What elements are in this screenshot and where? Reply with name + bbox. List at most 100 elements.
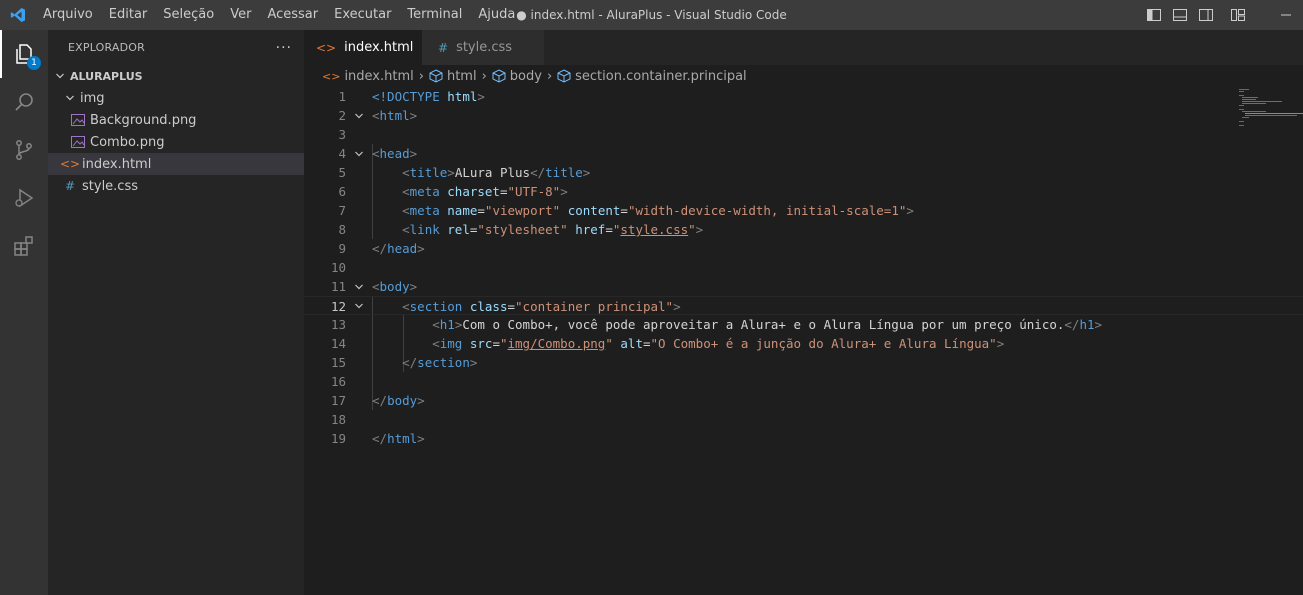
menu-editar[interactable]: Editar xyxy=(101,0,156,30)
search-icon[interactable] xyxy=(0,78,48,126)
code-token: " xyxy=(499,336,508,351)
breadcrumb-body[interactable]: body xyxy=(510,69,542,84)
code-token: meta xyxy=(409,184,440,199)
toggle-secondary-sidebar-icon[interactable] xyxy=(1195,4,1217,26)
code-token: img xyxy=(439,336,463,351)
code-token: "container principal" xyxy=(515,299,674,314)
code-editor[interactable]: 1 <!DOCTYPE html> 2 <html> 3 4 <head> 5 <ti… xyxy=(304,87,1303,448)
code-token: > xyxy=(447,165,455,180)
menu-bar: Arquivo Editar Seleção Ver Acessar Execu… xyxy=(35,0,523,30)
code-line: 10 xyxy=(304,258,1303,277)
css-file-icon: # xyxy=(438,40,449,55)
line-number: 17 xyxy=(330,393,346,408)
chevron-down-icon xyxy=(52,71,68,81)
line-number: 14 xyxy=(330,336,346,351)
fold-chevron-icon[interactable] xyxy=(346,106,372,125)
symbol-element-icon xyxy=(492,69,506,83)
code-token: " xyxy=(605,336,613,351)
code-token: > xyxy=(695,222,704,237)
menu-executar[interactable]: Executar xyxy=(326,0,399,30)
tab-style-css[interactable]: # style.css xyxy=(422,30,544,65)
chevron-right-icon: › xyxy=(546,68,553,84)
code-token: ALura Plus xyxy=(454,165,531,180)
code-token: </ xyxy=(530,165,546,180)
toggle-sidebar-icon[interactable] xyxy=(1143,4,1165,26)
code-line: 17 </body> xyxy=(304,391,1303,410)
line-number: 13 xyxy=(330,317,346,332)
html-file-icon: <> xyxy=(322,69,341,83)
code-token: > xyxy=(477,89,485,104)
line-number: 16 xyxy=(330,374,346,389)
symbol-element-icon xyxy=(557,69,571,83)
code-token: > xyxy=(560,184,568,199)
line-number: 7 xyxy=(338,203,346,218)
code-link-token[interactable]: img/Combo.png xyxy=(508,336,606,351)
tab-label: index.html xyxy=(344,40,414,55)
tree-item-combo-png[interactable]: Combo.png xyxy=(48,131,304,153)
more-actions-icon[interactable]: ··· xyxy=(276,40,292,56)
source-control-icon[interactable] xyxy=(0,126,48,174)
code-token: = xyxy=(620,203,628,218)
breadcrumb-file[interactable]: index.html xyxy=(344,69,413,84)
explorer-sidebar: EXPLORADOR ··· ALURAPLUS img Background.… xyxy=(48,30,304,595)
code-token: name xyxy=(439,203,478,218)
breadcrumb-section[interactable]: section.container.principal xyxy=(575,69,747,84)
code-token: < xyxy=(402,222,410,237)
line-number: 18 xyxy=(330,412,346,427)
code-token: > xyxy=(409,108,418,123)
minimap[interactable] xyxy=(1233,87,1303,137)
menu-selecao[interactable]: Seleção xyxy=(155,0,222,30)
explorer-icon[interactable]: 1 xyxy=(0,30,48,78)
customize-layout-icon[interactable] xyxy=(1227,4,1249,26)
code-line: 2 <html> xyxy=(304,106,1303,125)
menu-ver[interactable]: Ver xyxy=(222,0,259,30)
code-link-token[interactable]: style.css xyxy=(620,222,688,237)
menu-terminal[interactable]: Terminal xyxy=(399,0,470,30)
css-file-icon: # xyxy=(64,179,76,193)
code-token: > xyxy=(409,279,418,294)
code-line: 16 xyxy=(304,372,1303,391)
line-number: 3 xyxy=(338,127,346,142)
code-token: < xyxy=(432,336,440,351)
explorer-badge: 1 xyxy=(27,56,41,70)
code-token: > xyxy=(996,336,1005,351)
line-number: 2 xyxy=(338,108,346,123)
workspace-root-folder[interactable]: ALURAPLUS xyxy=(48,65,304,87)
code-token: > xyxy=(417,431,425,446)
tab-index-html[interactable]: <> index.html xyxy=(304,30,422,65)
code-token: </ xyxy=(402,355,418,370)
code-token: body xyxy=(379,279,410,294)
extensions-icon[interactable] xyxy=(0,222,48,270)
fold-chevron-icon[interactable] xyxy=(346,297,372,314)
workspace-root-label: ALURAPLUS xyxy=(70,69,143,83)
code-token: </ xyxy=(1064,317,1080,332)
fold-chevron-icon[interactable] xyxy=(346,277,372,296)
run-debug-icon[interactable] xyxy=(0,174,48,222)
tree-item-label: style.css xyxy=(82,178,138,194)
code-token: meta xyxy=(409,203,440,218)
breadcrumb-html[interactable]: html xyxy=(447,69,477,84)
tree-item-index-html[interactable]: <> index.html xyxy=(48,153,304,175)
code-token: < xyxy=(402,203,410,218)
toggle-panel-icon[interactable] xyxy=(1169,4,1191,26)
chevron-right-icon: › xyxy=(418,68,424,84)
tree-item-label: Combo.png xyxy=(90,134,165,150)
menu-arquivo[interactable]: Arquivo xyxy=(35,0,101,30)
menu-acessar[interactable]: Acessar xyxy=(259,0,326,30)
breadcrumb: <> index.html › html › body › section.co… xyxy=(304,65,1303,87)
image-file-icon xyxy=(70,114,86,126)
code-token: "stylesheet" xyxy=(477,222,568,237)
minimize-icon[interactable] xyxy=(1275,4,1297,26)
tree-item-background-png[interactable]: Background.png xyxy=(48,109,304,131)
line-number: 10 xyxy=(330,260,346,275)
fold-chevron-icon[interactable] xyxy=(346,144,372,163)
code-token: > xyxy=(673,299,681,314)
code-token: = xyxy=(492,336,500,351)
code-token: href xyxy=(567,222,606,237)
code-token: < xyxy=(402,299,410,314)
code-token: Com o Combo+, você pode aproveitar a Alu… xyxy=(462,317,1065,332)
code-token: < xyxy=(402,165,410,180)
code-line: 4 <head> xyxy=(304,144,1303,163)
tree-item-img-folder[interactable]: img xyxy=(48,87,304,109)
tree-item-style-css[interactable]: # style.css xyxy=(48,175,304,197)
